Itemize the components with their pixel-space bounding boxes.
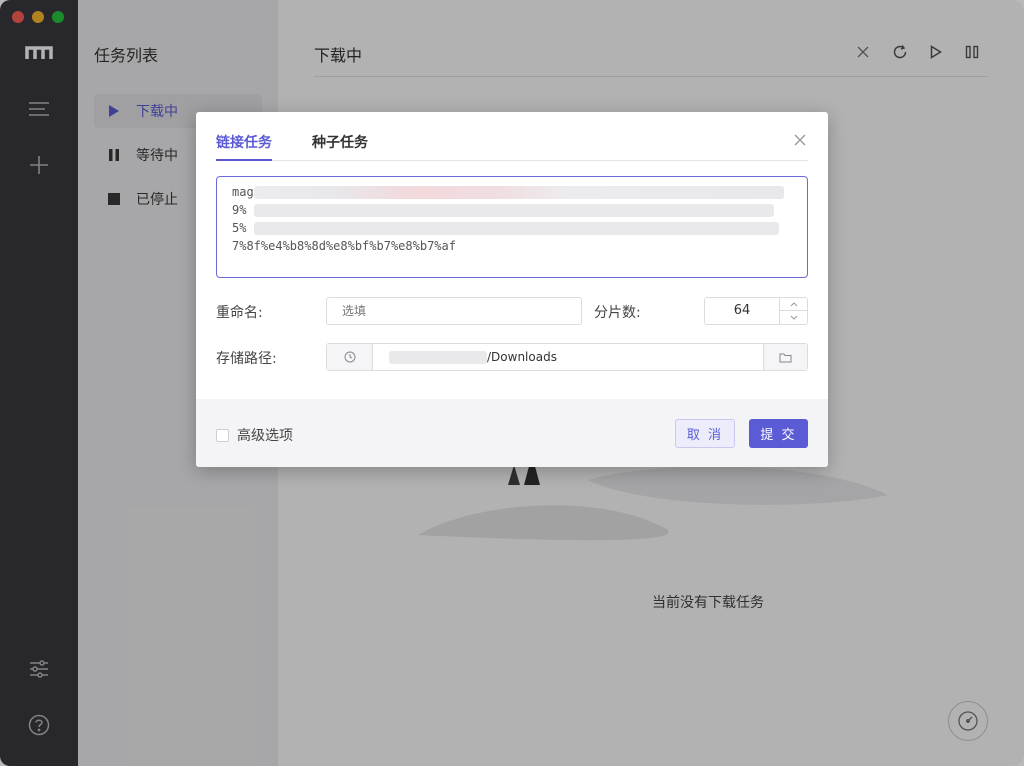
path-text: /Downloads xyxy=(487,350,557,364)
add-task-dialog: 链接任务 种子任务 mag 9% 5% 7%8f%e4%b8%8d%e8%bf%… xyxy=(196,112,828,467)
split-count-stepper[interactable]: 64 xyxy=(704,297,808,325)
url-line-text: 9% xyxy=(232,203,247,217)
tab-link-task[interactable]: 链接任务 xyxy=(216,132,272,161)
advanced-checkbox[interactable] xyxy=(216,428,229,442)
chevron-up-icon[interactable] xyxy=(780,298,807,311)
advanced-options[interactable]: 高级选项 xyxy=(216,425,293,445)
redacted-blur xyxy=(254,222,779,235)
path-label: 存储路径: xyxy=(216,351,277,367)
app-window: 任务列表 下载中 等待中 已停止 下载中 当前没有下载任务 链接任务 种子任务 … xyxy=(0,0,1024,766)
submit-button[interactable]: 提 交 xyxy=(749,419,808,448)
chevron-down-icon[interactable] xyxy=(780,311,807,324)
url-line: 7%8f%e4%b8%8d%e8%bf%b7%e8%b7%af xyxy=(232,237,792,255)
rename-label: 重命名: xyxy=(216,305,263,321)
url-line: 5% xyxy=(232,219,792,237)
advanced-label: 高级选项 xyxy=(237,428,293,444)
url-line-text: 5% xyxy=(232,221,247,235)
dialog-close-icon[interactable] xyxy=(792,132,808,148)
url-line-text: mag xyxy=(232,185,254,199)
folder-icon[interactable] xyxy=(763,344,807,370)
url-line-text: 7%8f%e4%b8%8d%e8%bf%b7%e8%b7%af xyxy=(232,239,456,253)
stepper-controls xyxy=(779,298,807,324)
split-label: 分片数: xyxy=(594,305,641,321)
rename-input[interactable] xyxy=(326,297,582,325)
split-count-value[interactable]: 64 xyxy=(705,298,779,324)
cancel-button[interactable]: 取 消 xyxy=(675,419,735,448)
redacted-blur xyxy=(254,186,784,199)
dialog-footer: 高级选项 取 消 提 交 xyxy=(196,399,828,467)
redacted-blur xyxy=(389,351,487,364)
tab-torrent-task[interactable]: 种子任务 xyxy=(312,132,368,161)
storage-path-field[interactable]: /Downloads xyxy=(326,343,808,371)
url-textarea[interactable]: mag 9% 5% 7%8f%e4%b8%8d%e8%bf%b7%e8%b7%a… xyxy=(216,176,808,278)
redacted-blur xyxy=(254,204,774,217)
history-icon[interactable] xyxy=(327,344,373,370)
dialog-tabs: 链接任务 种子任务 xyxy=(216,132,808,161)
url-line: mag xyxy=(232,183,792,201)
url-line: 9% xyxy=(232,201,792,219)
